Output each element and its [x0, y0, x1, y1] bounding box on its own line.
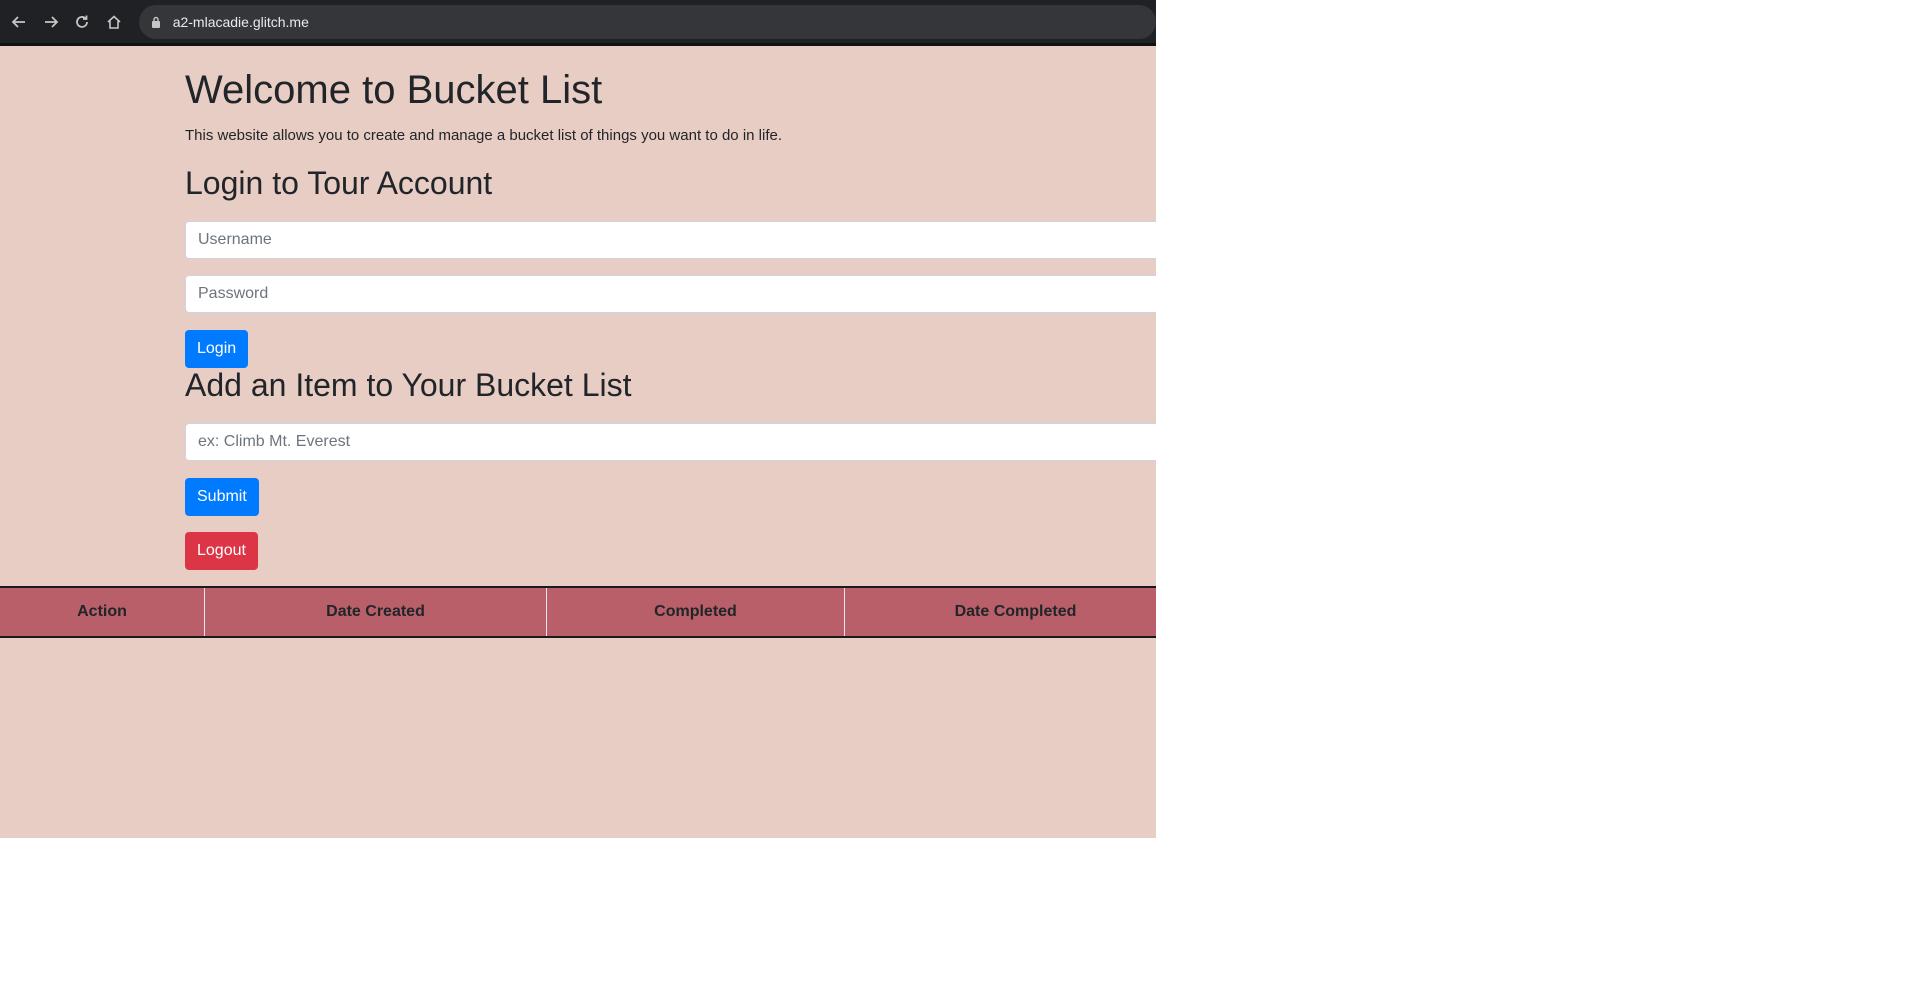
submit-button[interactable]: Submit [185, 478, 259, 516]
browser-toolbar: a2-mlacadie.glitch.me [0, 0, 1156, 46]
page-description: This website allows you to create and ma… [185, 127, 782, 144]
address-bar[interactable]: a2-mlacadie.glitch.me [138, 4, 1156, 39]
back-arrow-icon[interactable] [6, 9, 32, 35]
bucket-item-input[interactable] [185, 423, 1156, 461]
reload-icon[interactable] [69, 9, 95, 35]
logout-button[interactable]: Logout [185, 532, 258, 570]
login-button[interactable]: Login [185, 330, 249, 368]
column-header-completed: Completed [547, 588, 845, 636]
login-heading: Login to Tour Account [185, 165, 493, 201]
page-body: Welcome to Bucket List This website allo… [0, 46, 1156, 838]
home-icon[interactable] [101, 9, 127, 35]
page-title: Welcome to Bucket List [185, 68, 603, 112]
lock-icon[interactable] [151, 15, 163, 29]
forward-arrow-icon[interactable] [38, 9, 64, 35]
username-input[interactable] [185, 221, 1156, 259]
column-header-action: Action [0, 588, 205, 636]
column-header-date-completed: Date Completed [954, 603, 1077, 620]
bucket-list-table-header: Action Date Created Completed Date Compl… [0, 586, 1156, 638]
password-input[interactable] [185, 275, 1156, 313]
column-header-date-created: Date Created [205, 588, 547, 636]
add-item-heading: Add an Item to Your Bucket List [185, 367, 632, 403]
url-text: a2-mlacadie.glitch.me [172, 13, 309, 30]
